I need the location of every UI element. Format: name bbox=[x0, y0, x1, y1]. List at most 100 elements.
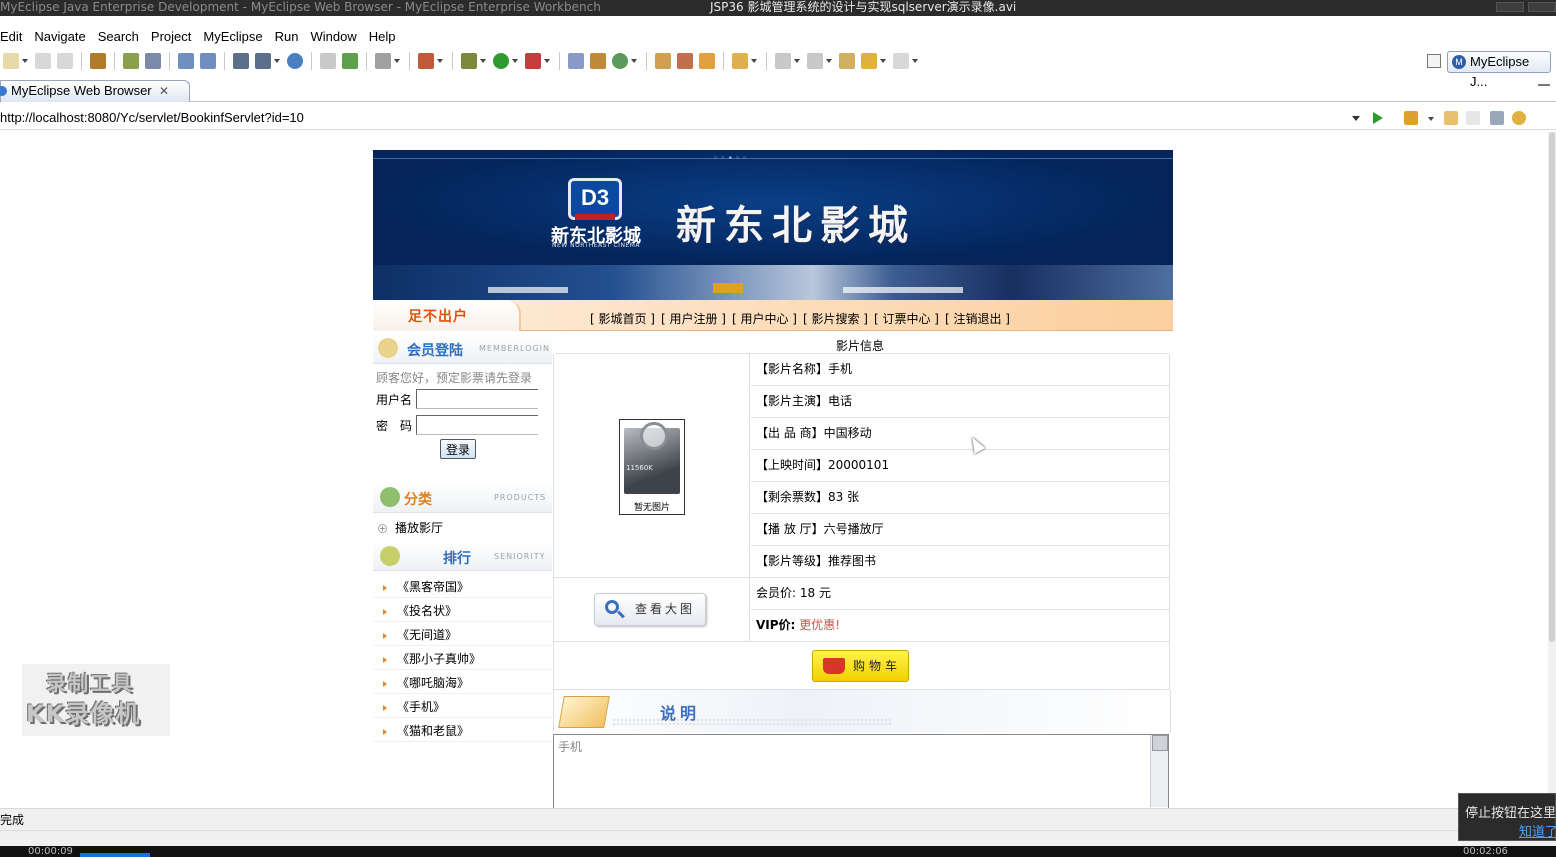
print-icon[interactable] bbox=[57, 53, 73, 69]
ranking-item[interactable]: 《哪吒脑海》 bbox=[383, 674, 469, 691]
folder-icon[interactable] bbox=[732, 53, 748, 69]
new-package-icon[interactable] bbox=[590, 53, 606, 69]
dropdown-arrow-icon[interactable] bbox=[22, 59, 28, 63]
menu-help[interactable]: Help bbox=[369, 29, 404, 44]
category-item[interactable]: + 播放影厅 bbox=[378, 519, 443, 536]
open-perspective-icon[interactable] bbox=[1427, 54, 1441, 68]
password-input[interactable] bbox=[416, 415, 538, 435]
dropdown-arrow-icon[interactable] bbox=[794, 59, 800, 63]
external-tools-icon[interactable] bbox=[525, 53, 541, 69]
web-icon[interactable] bbox=[178, 53, 194, 69]
dropdown-arrow-icon[interactable] bbox=[480, 59, 486, 63]
package-icon[interactable] bbox=[90, 53, 106, 69]
tasks-icon[interactable] bbox=[699, 53, 715, 69]
menu-run[interactable]: Run bbox=[275, 29, 307, 44]
ranking-item[interactable]: 《投名状》 bbox=[383, 602, 457, 619]
dropdown-arrow-icon[interactable] bbox=[631, 59, 637, 63]
browser-back-icon[interactable] bbox=[1444, 111, 1458, 125]
forward-icon[interactable] bbox=[893, 53, 909, 69]
menu-navigate[interactable]: Navigate bbox=[34, 29, 93, 44]
go-icon[interactable] bbox=[1373, 112, 1383, 124]
wizard-icon[interactable] bbox=[418, 53, 434, 69]
film-hall-row: 【播 放 厅】六号播放厅 bbox=[751, 514, 1169, 546]
save-icon[interactable] bbox=[35, 53, 51, 69]
ranking-item[interactable]: 《那小子真帅》 bbox=[383, 650, 481, 667]
dropdown-arrow-icon[interactable] bbox=[437, 59, 443, 63]
dropdown-arrow-icon[interactable] bbox=[512, 59, 518, 63]
sql-icon[interactable] bbox=[255, 53, 271, 69]
scroll-up-icon[interactable] bbox=[1152, 735, 1168, 751]
dropdown-arrow-icon[interactable] bbox=[274, 59, 280, 63]
next-annotation-icon[interactable] bbox=[775, 53, 791, 69]
pencil-icon[interactable] bbox=[677, 53, 693, 69]
globe-icon[interactable] bbox=[287, 53, 303, 69]
menu-window[interactable]: Window bbox=[311, 29, 365, 44]
dropdown-arrow-icon[interactable] bbox=[751, 59, 757, 63]
playback-progress[interactable] bbox=[80, 853, 150, 857]
description-scrollbar[interactable] bbox=[1150, 735, 1168, 807]
description-textarea[interactable]: 手机 bbox=[553, 734, 1169, 809]
menu-project[interactable]: Project bbox=[151, 29, 199, 44]
login-button[interactable]: 登录 bbox=[440, 439, 476, 459]
nav-register-link[interactable]: [ 用户注册 ] bbox=[661, 310, 726, 327]
back-icon[interactable] bbox=[861, 53, 877, 69]
stop-icon[interactable] bbox=[1490, 111, 1504, 125]
nav-booking-link[interactable]: [ 订票中心 ] bbox=[874, 310, 939, 327]
new-icon[interactable] bbox=[3, 53, 19, 69]
nav-user-center-link[interactable]: [ 用户中心 ] bbox=[732, 310, 797, 327]
last-edit-icon[interactable] bbox=[839, 53, 855, 69]
ranking-item[interactable]: 《无间道》 bbox=[383, 626, 457, 643]
database-icon[interactable] bbox=[233, 53, 249, 69]
dropdown-arrow-icon[interactable] bbox=[912, 59, 918, 63]
dropdown-arrow-icon[interactable] bbox=[1428, 117, 1434, 121]
ranking-item[interactable]: 《猫和老鼠》 bbox=[383, 722, 469, 739]
web-search-icon[interactable] bbox=[200, 53, 216, 69]
page-scrollbar[interactable] bbox=[1548, 132, 1556, 807]
shopping-cart-button[interactable]: 购物车 bbox=[812, 650, 909, 682]
category-subtitle: PRODUCTS bbox=[494, 493, 547, 502]
ranking-item-label: 《手机》 bbox=[397, 700, 446, 714]
minimize-view-icon[interactable] bbox=[1538, 84, 1550, 86]
favorites-icon[interactable] bbox=[1404, 111, 1418, 125]
new-class-icon[interactable] bbox=[568, 53, 584, 69]
nav-home-link[interactable]: [ 影城首页 ] bbox=[590, 310, 655, 327]
browser-forward-icon[interactable] bbox=[1466, 111, 1480, 125]
ranking-item[interactable]: 《黑客帝国》 bbox=[383, 578, 469, 595]
dropdown-arrow-icon[interactable] bbox=[826, 59, 832, 63]
open-folder-icon[interactable] bbox=[655, 53, 671, 69]
ranking-item[interactable]: 《手机》 bbox=[383, 698, 445, 715]
browser-refresh-icon[interactable] bbox=[1512, 111, 1526, 125]
url-input[interactable] bbox=[0, 107, 1365, 129]
password-label: 密 码 bbox=[376, 419, 413, 433]
run-icon[interactable] bbox=[493, 53, 509, 69]
new-project-icon[interactable] bbox=[342, 53, 358, 69]
nav-film-search-link[interactable]: [ 影片搜索 ] bbox=[803, 310, 868, 327]
username-input[interactable] bbox=[416, 389, 538, 409]
menu-edit[interactable]: Edit bbox=[0, 29, 30, 44]
dropdown-arrow-icon[interactable] bbox=[394, 59, 400, 63]
window-controls[interactable] bbox=[1496, 2, 1556, 12]
scrollbar-thumb[interactable] bbox=[1549, 132, 1555, 642]
refresh-icon[interactable] bbox=[612, 53, 628, 69]
video-player-bar[interactable] bbox=[0, 846, 1556, 857]
open-type-icon[interactable] bbox=[320, 53, 336, 69]
tooltip-dismiss-link[interactable]: 知道了 bbox=[1519, 821, 1556, 840]
deploy-icon[interactable] bbox=[123, 53, 139, 69]
debug-icon[interactable] bbox=[461, 53, 477, 69]
dropdown-arrow-icon[interactable] bbox=[880, 59, 886, 63]
server-icon[interactable] bbox=[145, 53, 161, 69]
menu-myeclipse[interactable]: MyEclipse bbox=[203, 29, 270, 44]
dropdown-arrow-icon[interactable] bbox=[544, 59, 550, 63]
minimize-button[interactable] bbox=[1496, 2, 1524, 12]
menu-search[interactable]: Search bbox=[98, 29, 147, 44]
nav-logout-link[interactable]: [ 注销退出 ] bbox=[945, 310, 1010, 327]
url-history-dropdown-icon[interactable] bbox=[1352, 116, 1360, 121]
perspective-switcher[interactable]: M MyEclipse J... bbox=[1447, 51, 1551, 89]
film-cast-row: 【影片主演】电话 bbox=[751, 386, 1169, 418]
image-icon[interactable] bbox=[375, 53, 391, 69]
view-large-button[interactable]: 查看大图 bbox=[594, 593, 706, 626]
maximize-button[interactable] bbox=[1528, 2, 1556, 12]
prev-annotation-icon[interactable] bbox=[807, 53, 823, 69]
close-icon[interactable]: ✕ bbox=[159, 81, 169, 101]
tab-web-browser[interactable]: MyEclipse Web Browser ✕ bbox=[0, 80, 190, 102]
